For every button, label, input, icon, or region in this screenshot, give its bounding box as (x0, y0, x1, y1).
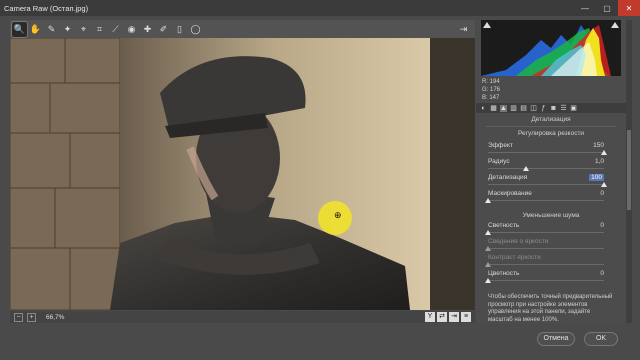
snapshots-tab-icon[interactable]: ▣ (570, 105, 577, 112)
close-button[interactable]: ✕ (618, 0, 640, 16)
title-bar: Camera Raw (Остап.jpg) ФайлРедактировани… (0, 0, 640, 16)
rgb-readout: R: 194 G: 176 B: 147 (482, 79, 501, 101)
camera-calibration-tab-icon[interactable]: ◙ (550, 105, 557, 112)
slider-row: Маскирование 0 (485, 190, 612, 203)
slider-label: Светность (488, 222, 520, 229)
slider-value[interactable]: 1,0 (595, 158, 604, 165)
slider-track[interactable] (488, 152, 604, 153)
slider-thumb[interactable] (485, 262, 491, 267)
copy-settings-icon[interactable]: ⇥ (449, 312, 459, 322)
slider-value[interactable]: 100 (589, 174, 604, 181)
slider-track[interactable] (488, 168, 604, 169)
histogram (481, 20, 621, 76)
split-toning-tab-icon[interactable]: ▤ (520, 105, 527, 112)
zoom-out-button[interactable]: − (14, 312, 23, 322)
window-title: Camera Raw (Остап.jpg) (4, 3, 89, 13)
slider-row: Цветность 0 (485, 270, 612, 283)
panel-title: Детализация (531, 116, 571, 123)
color-sampler-tool-icon[interactable]: ✦ (60, 22, 75, 37)
panel-scrollbar[interactable] (626, 20, 632, 323)
basic-tab-icon[interactable]: ◐ (480, 105, 487, 112)
straighten-tool-icon[interactable]: ⟋ (108, 22, 123, 37)
slider-thumb[interactable] (601, 150, 607, 155)
zoom-cursor-icon: ⊕ (334, 210, 342, 220)
slider-row: Радиус 1,0 (488, 158, 612, 171)
slider-track[interactable] (488, 280, 604, 281)
photo-statue (10, 38, 475, 310)
slider-row: Контраст яркости (485, 254, 612, 267)
slider-track[interactable] (488, 264, 604, 265)
radial-filter-tool-icon[interactable]: ◯ (188, 22, 203, 37)
panel-tabs: ◐ ▦ ▲ ▥ ▤ ◫ ƒ ◙ ☰ ▣ (476, 103, 626, 113)
zoom-level[interactable]: 66,7% (46, 314, 64, 321)
slider-track[interactable] (488, 200, 604, 201)
crop-tool-icon[interactable]: ⌗ (92, 22, 107, 37)
slider-thumb[interactable] (485, 230, 491, 235)
zoom-hint-text: Чтобы обеспечить точный предварительный … (488, 294, 613, 323)
slider-row: Светность 0 (485, 222, 612, 235)
slider-label: Детализация (488, 174, 528, 181)
slider-value[interactable]: 0 (600, 270, 604, 277)
spot-removal-tool-icon[interactable]: ✚ (140, 22, 155, 37)
adjustment-brush-tool-icon[interactable]: ✐ (156, 22, 171, 37)
divider (486, 126, 616, 127)
white-balance-tool-icon[interactable]: ✎ (44, 22, 59, 37)
view-toggles: Y ⇄ ⇥ ≡ (425, 312, 471, 322)
hsl-tab-icon[interactable]: ▥ (510, 105, 517, 112)
cancel-button[interactable]: Отмена (537, 332, 575, 346)
maximize-button[interactable]: ▢ (596, 0, 618, 16)
detail-tab-icon[interactable]: ▲ (500, 104, 507, 112)
targeted-adjustment-tool-icon[interactable]: ⌖ (76, 22, 91, 37)
slider-value[interactable]: 0 (600, 190, 604, 197)
scrollbar-thumb[interactable] (627, 130, 631, 210)
slider-label: Сведения о яркости (488, 238, 549, 245)
slider-label: Контраст яркости (488, 254, 541, 261)
slider-row: Эффект 150 (488, 142, 612, 155)
slider-label: Эффект (488, 142, 513, 149)
zoom-in-button[interactable]: + (27, 312, 36, 322)
slider-label: Цветность (488, 270, 520, 277)
slider-thumb[interactable] (485, 246, 491, 251)
adjustments-panel: R: 194 G: 176 B: 147 ◐ ▦ ▲ ▥ ▤ ◫ ƒ ◙ ☰ ▣… (476, 20, 626, 323)
slider-row: Детализация 100 (488, 174, 612, 187)
fx-tab-icon[interactable]: ƒ (540, 105, 547, 112)
slider-thumb[interactable] (601, 182, 607, 187)
preview-status-bar: − + 66,7% Y ⇄ ⇥ ≡ (10, 311, 475, 323)
image-preview[interactable]: ⊕ (10, 38, 475, 310)
slider-row: Сведения о яркости (485, 238, 612, 251)
slider-thumb[interactable] (523, 166, 530, 171)
lens-tab-icon[interactable]: ◫ (530, 105, 537, 112)
minimize-button[interactable]: — (574, 0, 596, 16)
slider-track[interactable] (488, 184, 604, 185)
slider-value[interactable]: 150 (593, 142, 604, 149)
slider-track[interactable] (488, 232, 604, 233)
tone-curve-tab-icon[interactable]: ▦ (490, 105, 497, 112)
sharpening-title: Регулировка резкости (517, 130, 585, 137)
noise-reduction-title: Уменьшение шума (522, 212, 580, 219)
window-controls: — ▢ ✕ (574, 0, 640, 16)
ok-button[interactable]: OK (584, 332, 618, 346)
slider-value[interactable]: 0 (600, 222, 604, 229)
hand-tool-icon[interactable]: ✋ (28, 22, 43, 37)
slider-label: Радиус (488, 158, 510, 165)
preferences-icon[interactable]: ≡ (461, 312, 471, 322)
slider-thumb[interactable] (485, 198, 491, 203)
slider-thumb[interactable] (485, 278, 491, 283)
red-eye-tool-icon[interactable]: ◉ (124, 22, 139, 37)
slider-track[interactable] (488, 248, 604, 249)
presets-tab-icon[interactable]: ☰ (560, 105, 567, 112)
zoom-tool-icon[interactable]: 🔍 (11, 20, 28, 38)
before-after-y-icon[interactable]: Y (425, 312, 435, 322)
graduated-filter-tool-icon[interactable]: ▯ (172, 22, 187, 37)
open-preferences-icon[interactable]: ⇥ (456, 22, 471, 37)
slider-label: Маскирование (488, 190, 532, 197)
swap-icon[interactable]: ⇄ (437, 312, 447, 322)
toolbar: 🔍 ✋ ✎ ✦ ⌖ ⌗ ⟋ ◉ ✚ ✐ ▯ ◯ ⇥ (10, 20, 475, 38)
